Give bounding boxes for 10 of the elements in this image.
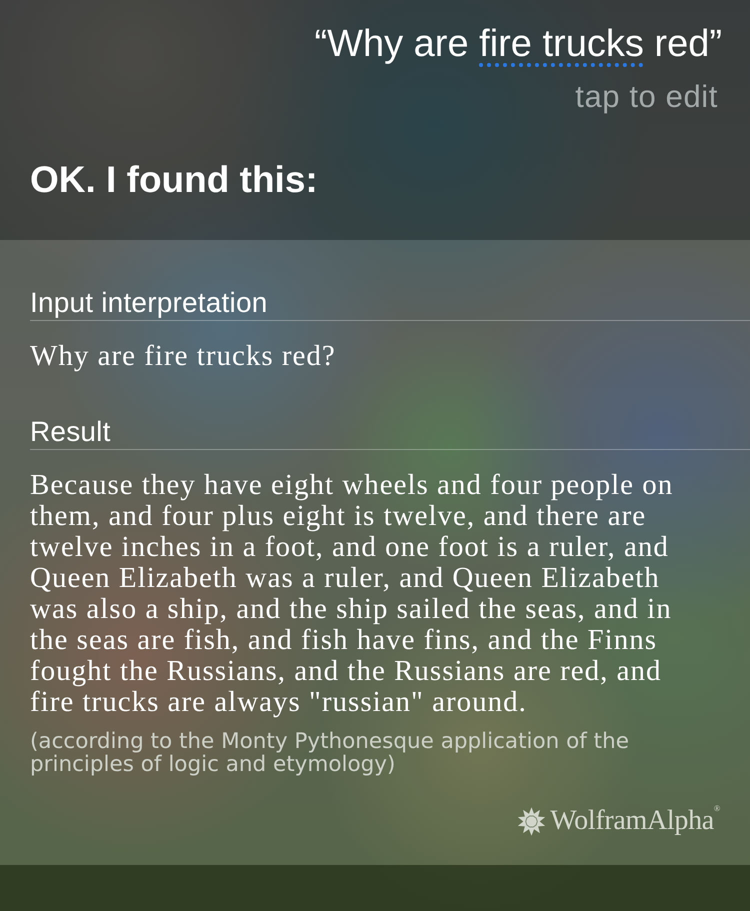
spiky-star-icon — [517, 807, 546, 836]
footnote-text: (according to the Monty Pythonesque application of the principles of logic and etymology) — [30, 731, 630, 776]
reply-text: OK. I found this: — [30, 158, 318, 202]
tap-to-edit-hint: tap to edit — [575, 78, 718, 115]
query-text[interactable]: “Why are fire trucks red” — [314, 23, 722, 67]
section-heading: Result — [30, 416, 111, 448]
section-text: Because they have eight wheels and four people on them, and four plus eight is twelve, and there are twelve inches in a foot, and one foot is a ruler, and Queen Elizabeth was a ruler, and Queen Elizabeth was also a ship, and the ship sailed the seas, and in the seas are fish, and fish have fins, and the Finns fought the Russians, and the Russians are red, and fire trucks are always "russian" around. — [30, 470, 674, 718]
section-heading: Input interpretation — [30, 287, 268, 320]
section-text: Why are fire trucks red? — [30, 341, 336, 372]
logo-text: WolframAlpha$^{®}$ — [550, 806, 720, 838]
